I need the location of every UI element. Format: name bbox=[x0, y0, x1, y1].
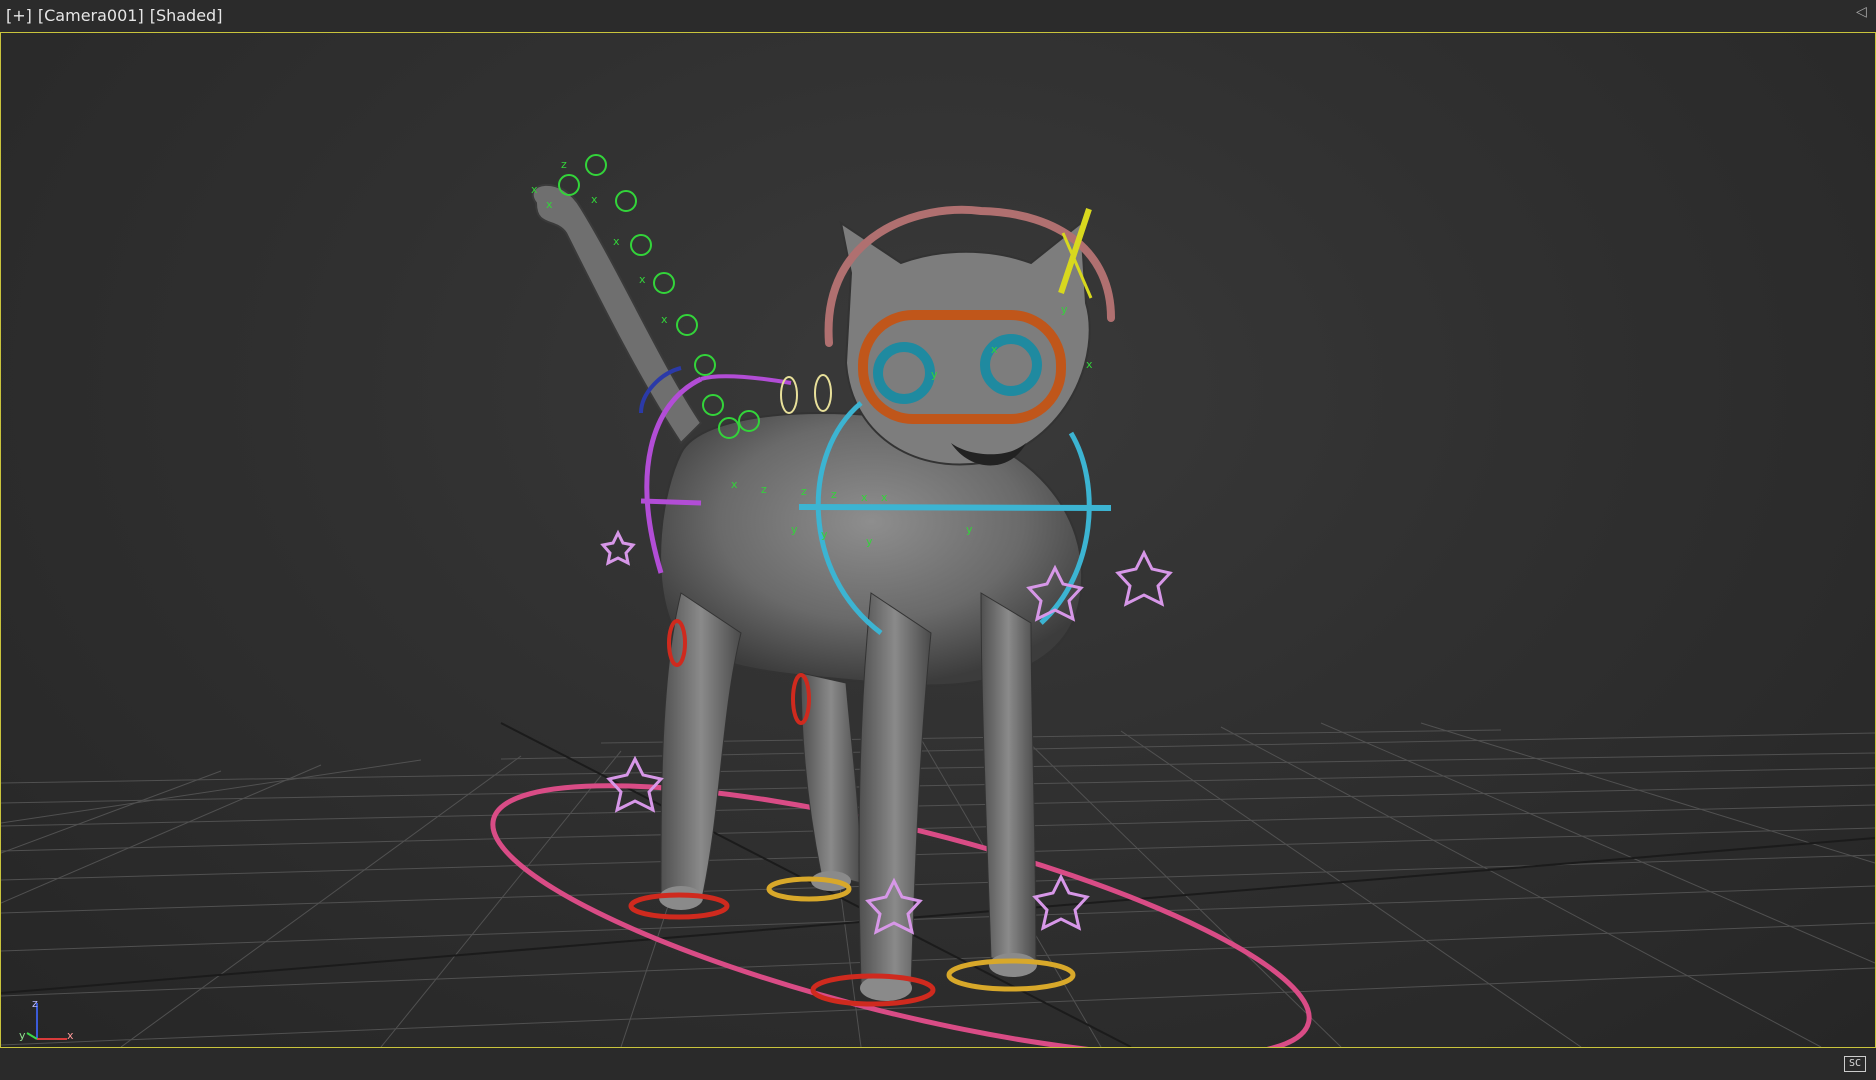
maximize-corner-icon[interactable]: ◁ bbox=[1856, 4, 1872, 20]
viewport-pov-menu[interactable]: [Camera001] bbox=[38, 6, 144, 25]
svg-text:y: y bbox=[1061, 303, 1068, 316]
cat-rear-left-leg bbox=[660, 592, 742, 904]
svg-text:z: z bbox=[761, 483, 767, 496]
svg-text:y: y bbox=[931, 368, 938, 381]
svg-text:x: x bbox=[546, 198, 553, 211]
svg-text:x: x bbox=[881, 491, 888, 504]
svg-text:z: z bbox=[831, 488, 837, 501]
cat-tail bbox=[531, 183, 703, 445]
svg-text:x: x bbox=[1086, 358, 1093, 371]
svg-text:x: x bbox=[991, 343, 998, 356]
axis-x-label: x bbox=[67, 1029, 74, 1042]
svg-text:x: x bbox=[731, 478, 738, 491]
viewport-edge-ruler bbox=[1863, 93, 1871, 1047]
axis-z-label: z bbox=[32, 997, 38, 1010]
scene-canvas: xxz xxx xx z zzx xy y yyx xyy bbox=[1, 154, 1875, 1047]
viewport-label-menu: [+] [Camera001] [Shaded] bbox=[6, 6, 222, 25]
svg-text:y: y bbox=[821, 528, 828, 541]
world-x-axis-line bbox=[1, 837, 1875, 994]
svg-text:y: y bbox=[791, 523, 798, 536]
svg-text:x: x bbox=[661, 313, 668, 326]
ground-grid bbox=[1, 722, 1875, 1047]
viewport-shading-menu[interactable]: [Shaded] bbox=[150, 6, 223, 25]
svg-text:x: x bbox=[591, 193, 598, 206]
safe-frame-icon[interactable]: SC bbox=[1844, 1056, 1866, 1072]
svg-text:z: z bbox=[801, 485, 807, 498]
svg-text:x: x bbox=[639, 273, 646, 286]
cat-paw bbox=[989, 953, 1037, 977]
axis-y-label: y bbox=[19, 1029, 26, 1042]
svg-text:z: z bbox=[561, 158, 567, 171]
viewport-general-menu[interactable]: [+] bbox=[6, 6, 32, 25]
svg-text:y: y bbox=[966, 523, 973, 536]
viewport-footer: SC bbox=[0, 1048, 1876, 1080]
cat-front-left-leg bbox=[858, 592, 932, 989]
viewport-3d[interactable]: xxz xxx xxz zzx xyy yyx xyy z y x bbox=[0, 32, 1876, 1048]
svg-text:x: x bbox=[861, 491, 868, 504]
svg-text:x: x bbox=[613, 235, 620, 248]
svg-text:x: x bbox=[531, 183, 538, 196]
cat-front-right-leg bbox=[980, 592, 1037, 964]
viewport-header: [+] [Camera001] [Shaded] ◁ bbox=[0, 0, 1876, 32]
svg-text:y: y bbox=[866, 535, 873, 548]
